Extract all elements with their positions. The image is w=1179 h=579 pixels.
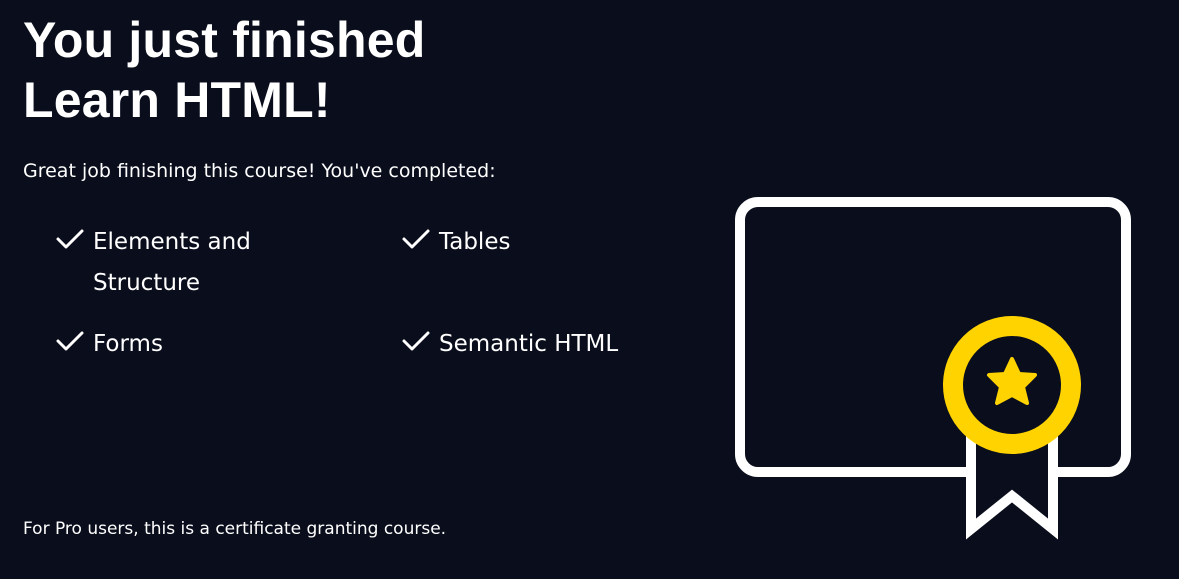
completed-lesson-label: Elements and Structure [93, 229, 251, 296]
completion-message: Great job finishing this course! You've … [23, 160, 496, 182]
certificate-badge-icon [735, 197, 1131, 540]
checkmark-icon [56, 331, 84, 351]
completed-lesson-label: Semantic HTML [439, 331, 619, 357]
checkmark-icon [402, 331, 430, 351]
completed-lesson-item: Semantic HTML [401, 324, 665, 365]
completed-lesson-label: Forms [93, 331, 163, 357]
checkmark-icon [402, 229, 430, 249]
completed-lesson-item: Tables [401, 222, 665, 304]
completed-lesson-item: Elements and Structure [55, 222, 401, 304]
completed-lesson-item: Forms [55, 324, 401, 365]
heading-line-1: You just finished [23, 12, 426, 68]
completed-lesson-label: Tables [439, 229, 511, 255]
heading-line-2: Learn HTML! [23, 72, 331, 128]
certificate-note: For Pro users, this is a certificate gra… [23, 519, 447, 539]
checkmark-icon [56, 229, 84, 249]
completion-heading: You just finished Learn HTML! [23, 10, 425, 130]
completed-lessons-list: Elements and Structure Tables Forms Sema… [55, 222, 665, 365]
certificate-frame [735, 197, 1131, 477]
